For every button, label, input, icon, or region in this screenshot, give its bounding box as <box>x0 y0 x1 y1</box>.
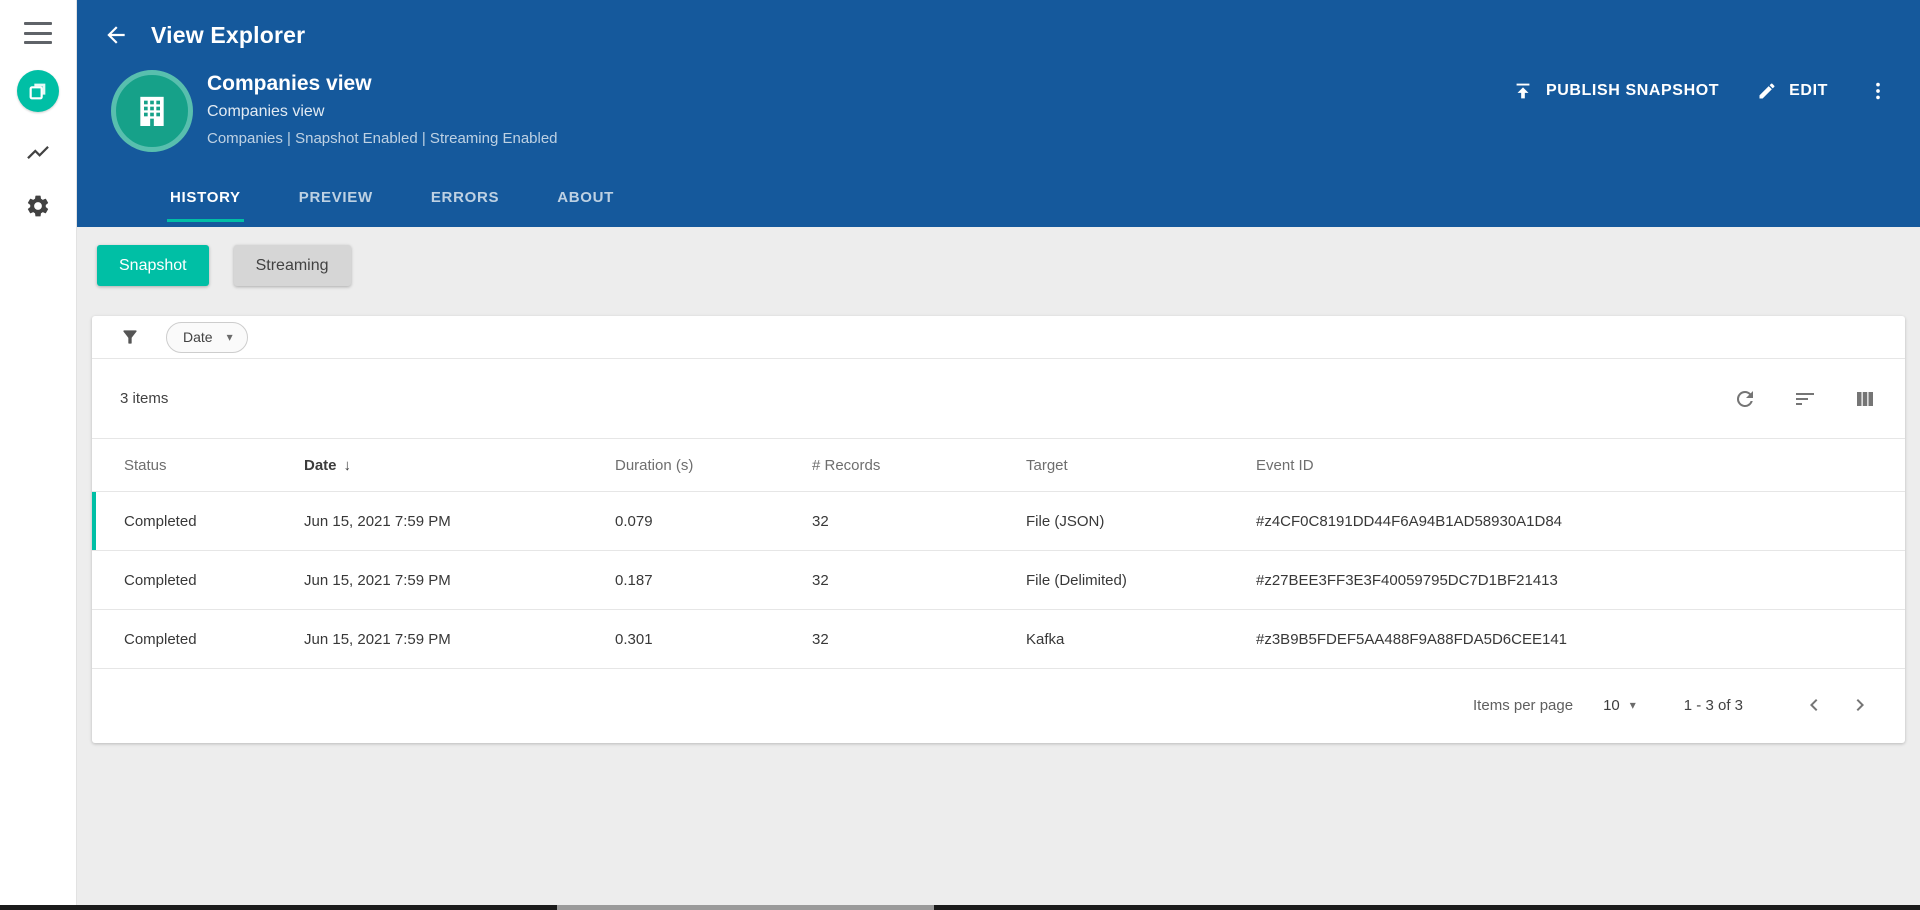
cell-duration: 0.301 <box>615 630 653 648</box>
view-meta: Companies | Snapshot Enabled | Streaming… <box>207 130 558 147</box>
refresh-icon[interactable] <box>1733 387 1757 411</box>
cell-event-id: #z27BEE3FF3E3F40059795DC7D1BF21413 <box>1256 571 1558 589</box>
table-row[interactable]: Completed Jun 15, 2021 7:59 PM 0.187 32 … <box>92 551 1905 610</box>
publish-snapshot-button[interactable]: PUBLISH SNAPSHOT <box>1510 76 1721 106</box>
view-subtitle: Companies view <box>207 103 325 120</box>
pagination-bar: Items per page 10 ▾ 1 - 3 of 3 <box>92 669 1905 741</box>
building-icon <box>140 96 164 126</box>
cell-records: 32 <box>812 512 829 530</box>
cell-event-id: #z3B9B5FDEF5AA488F9A88FDA5D6CEE141 <box>1256 630 1568 648</box>
activity-trend-icon[interactable] <box>25 138 51 166</box>
main-content: Snapshot Streaming Date ▾ 3 items Status… <box>77 227 1920 905</box>
column-header-date-label: Date <box>304 456 337 474</box>
items-per-page-label: Items per page <box>1473 696 1574 714</box>
cell-date: Jun 15, 2021 7:59 PM <box>304 512 451 530</box>
tab-history[interactable]: HISTORY <box>167 189 244 222</box>
streaming-toggle-button[interactable]: Streaming <box>233 245 351 286</box>
column-header-date[interactable]: Date ↓ <box>304 457 615 474</box>
header-tabs: HISTORY PREVIEW ERRORS ABOUT <box>167 189 617 227</box>
left-sidebar <box>0 0 77 905</box>
mode-toggle-group: Snapshot Streaming <box>97 245 1920 286</box>
sort-descending-arrow-icon: ↓ <box>343 456 352 474</box>
column-header-status[interactable]: Status <box>124 457 304 474</box>
scrollbar-thumb[interactable] <box>557 905 934 910</box>
header-actions: PUBLISH SNAPSHOT EDIT <box>1510 76 1892 106</box>
sort-icon[interactable] <box>1793 387 1817 411</box>
column-header-duration[interactable]: Duration (s) <box>615 457 812 474</box>
cell-records: 32 <box>812 630 829 648</box>
column-header-event-id[interactable]: Event ID <box>1256 457 1879 474</box>
view-title: Companies view <box>207 72 372 95</box>
filter-funnel-icon[interactable] <box>120 327 140 347</box>
more-options-kebab-icon[interactable] <box>1864 77 1892 105</box>
column-header-records[interactable]: # Records <box>812 457 1026 474</box>
settings-gear-icon[interactable] <box>25 192 51 220</box>
pagination-range: 1 - 3 of 3 <box>1683 696 1743 714</box>
filter-bar: Date ▾ <box>92 316 1905 359</box>
horizontal-scrollbar[interactable] <box>0 905 1920 910</box>
view-avatar <box>111 70 193 152</box>
cell-status: Completed <box>124 630 197 648</box>
header-top-bar: View Explorer <box>101 20 305 50</box>
publish-icon <box>1516 83 1530 99</box>
items-count: 3 items <box>120 390 169 407</box>
cell-duration: 0.079 <box>615 512 653 530</box>
cell-records: 32 <box>812 571 829 589</box>
tab-errors[interactable]: ERRORS <box>428 189 502 222</box>
chevron-down-icon: ▾ <box>1629 698 1636 712</box>
column-header-target[interactable]: Target <box>1026 457 1256 474</box>
page-header: View Explorer Companies view Companies v… <box>77 0 1920 227</box>
cell-status: Completed <box>124 512 197 530</box>
edit-button[interactable]: EDIT <box>1755 77 1830 105</box>
previous-page-icon[interactable] <box>1799 690 1829 720</box>
tab-preview[interactable]: PREVIEW <box>296 189 376 222</box>
app-title: View Explorer <box>151 21 306 48</box>
history-card: Date ▾ 3 items Status Date ↓ Duration (s… <box>92 316 1905 743</box>
edit-label: EDIT <box>1789 82 1828 99</box>
cell-event-id: #z4CF0C8191DD44F6A94B1AD58930A1D84 <box>1256 512 1563 530</box>
publish-snapshot-label: PUBLISH SNAPSHOT <box>1545 82 1720 99</box>
view-info: Companies view Companies view Companies … <box>207 72 558 147</box>
cell-date: Jun 15, 2021 7:59 PM <box>304 630 451 648</box>
layers-icon <box>29 83 46 100</box>
snapshot-toggle-button[interactable]: Snapshot <box>97 245 209 286</box>
hamburger-menu-icon[interactable] <box>24 22 52 44</box>
cell-target: File (Delimited) <box>1026 571 1127 589</box>
cell-target: File (JSON) <box>1026 512 1105 530</box>
chevron-down-icon: ▾ <box>226 330 233 344</box>
tab-about[interactable]: ABOUT <box>554 189 617 222</box>
cell-status: Completed <box>124 571 197 589</box>
table-row[interactable]: Completed Jun 15, 2021 7:59 PM 0.301 32 … <box>92 610 1905 669</box>
cell-target: Kafka <box>1026 630 1065 648</box>
items-per-page-select[interactable]: 10 ▾ <box>1603 697 1636 714</box>
table-toolbar: 3 items <box>92 359 1905 438</box>
table-row[interactable]: Completed Jun 15, 2021 7:59 PM 0.079 32 … <box>92 492 1905 551</box>
cell-date: Jun 15, 2021 7:59 PM <box>304 571 451 589</box>
next-page-icon[interactable] <box>1845 690 1875 720</box>
table-header-row: Status Date ↓ Duration (s) # Records Tar… <box>92 438 1905 492</box>
columns-icon[interactable] <box>1853 387 1877 411</box>
cell-duration: 0.187 <box>615 571 653 589</box>
items-per-page-value: 10 <box>1603 696 1620 714</box>
date-filter-chip[interactable]: Date ▾ <box>166 321 248 353</box>
date-filter-label: Date <box>183 329 213 345</box>
back-arrow-icon[interactable] <box>101 20 131 50</box>
table-tools <box>1733 387 1877 411</box>
app-logo-icon[interactable] <box>17 70 59 112</box>
pencil-icon <box>1759 83 1775 99</box>
